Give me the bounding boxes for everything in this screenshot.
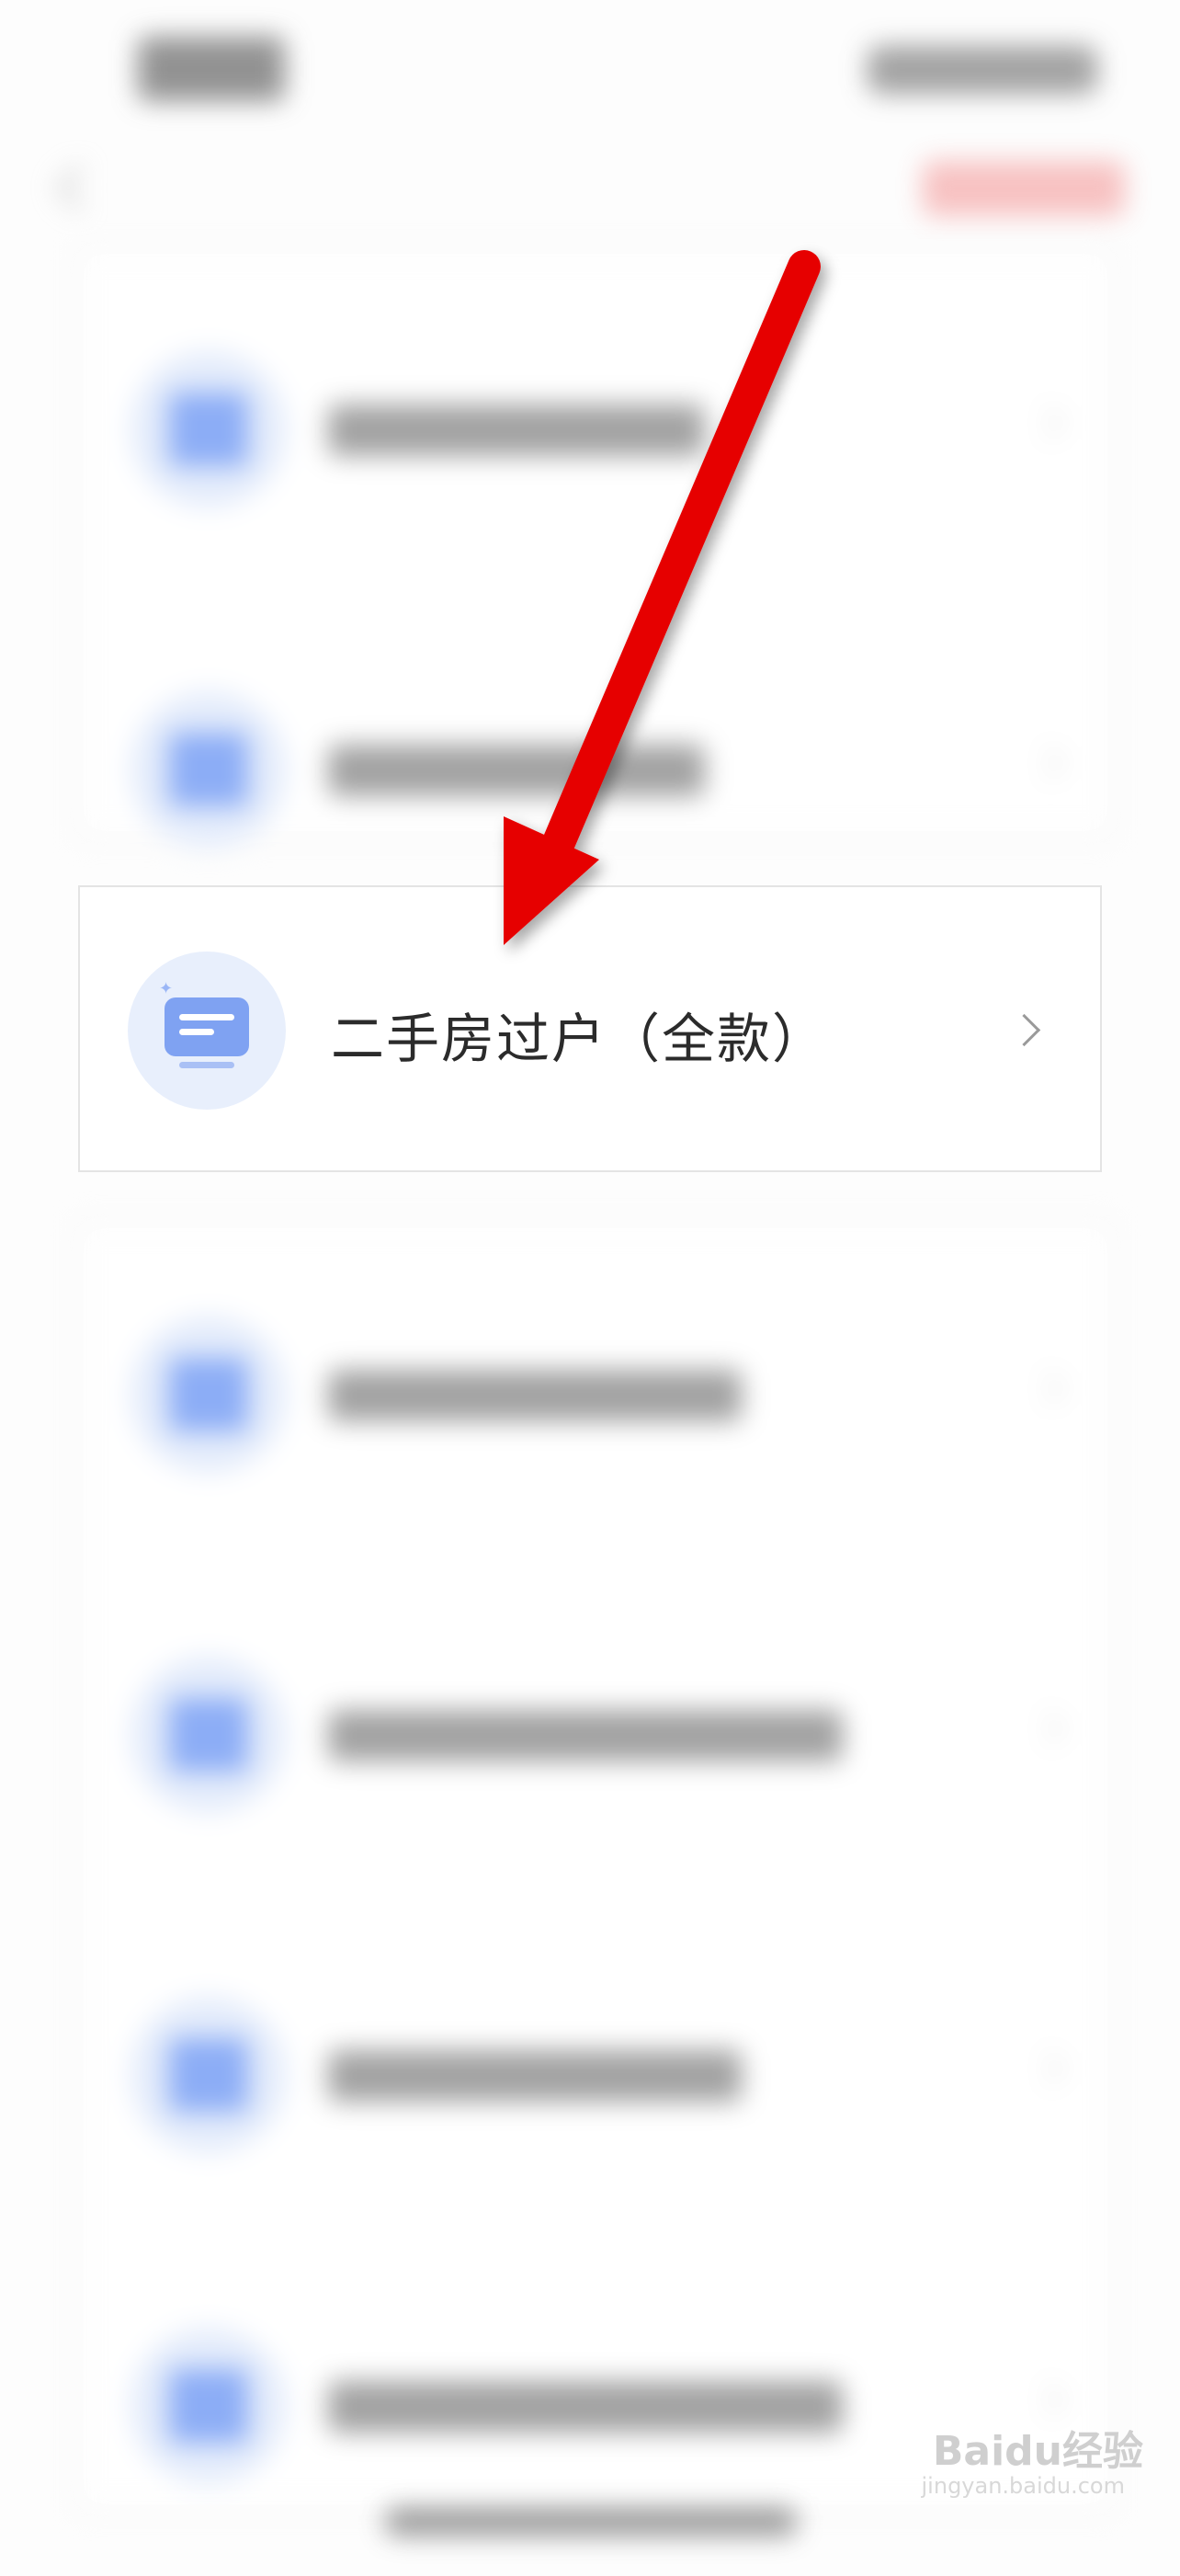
chevron-right-icon — [1030, 1371, 1065, 1406]
document-monitor-icon: ✦ — [159, 979, 249, 1069]
status-bar — [0, 0, 1180, 138]
item-icon — [130, 2328, 287, 2484]
chevron-right-icon — [1030, 2382, 1065, 2417]
blurred-label — [328, 1370, 742, 1421]
watermark-url: jingyan.baidu.com — [921, 2473, 1125, 2499]
blurred-label — [328, 405, 705, 456]
item-icon — [130, 1316, 287, 1473]
blurred-label — [328, 2050, 742, 2102]
blurred-label — [328, 2381, 843, 2433]
list-item[interactable] — [80, 1565, 1115, 1905]
chevron-right-icon — [1030, 2051, 1065, 2086]
blurred-card-top — [78, 248, 1115, 848]
chevron-right-icon — [1030, 746, 1065, 781]
list-item[interactable] — [80, 1225, 1115, 1565]
item-label: 二手房过户（全款） — [331, 1008, 828, 1070]
chevron-right-icon — [1007, 1013, 1041, 1047]
chevron-right-icon — [1030, 405, 1065, 440]
item-icon — [130, 1657, 287, 1813]
back-icon[interactable] — [51, 161, 87, 216]
status-time — [138, 37, 285, 101]
blurred-label — [328, 745, 705, 796]
list-item[interactable] — [80, 259, 1115, 599]
list-item-second-hand-house-transfer[interactable]: ✦ 二手房过户（全款） — [78, 885, 1102, 1172]
item-icon — [130, 1997, 287, 2153]
home-indicator — [384, 2508, 798, 2536]
item-icon-circle: ✦ — [128, 952, 286, 1110]
status-icons — [868, 46, 1097, 94]
top-right-action-button[interactable] — [923, 161, 1125, 216]
chevron-right-icon — [1030, 1711, 1065, 1746]
blurred-card-bottom — [78, 1223, 1113, 2510]
watermark-logo: Baidu经验 — [932, 2428, 1143, 2475]
list-item[interactable] — [80, 1905, 1115, 2245]
blurred-label — [328, 1710, 843, 1761]
item-icon — [130, 691, 287, 848]
item-icon — [130, 351, 287, 507]
